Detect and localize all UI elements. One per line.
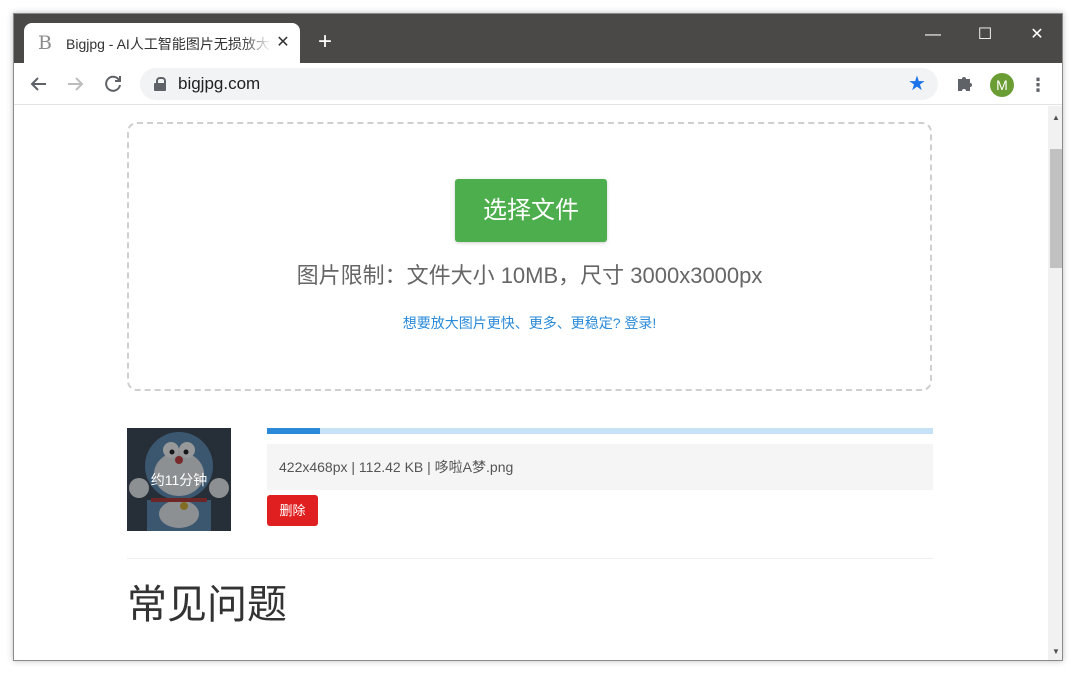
- section-divider: [127, 558, 933, 559]
- window-close-icon[interactable]: ✕: [1014, 20, 1060, 50]
- select-file-button[interactable]: 选择文件: [455, 179, 607, 242]
- lock-icon: [154, 77, 166, 91]
- minimize-icon[interactable]: —: [910, 20, 956, 50]
- scroll-up-icon[interactable]: ▲: [1048, 110, 1062, 126]
- address-bar[interactable]: bigjpg.com ★: [140, 68, 938, 100]
- faq-heading: 常见问题: [127, 583, 287, 627]
- image-limit-text: 图片限制：文件大小 10MB，尺寸 3000x3000px: [296, 263, 763, 288]
- url-text[interactable]: bigjpg.com: [178, 74, 260, 94]
- back-arrow-icon[interactable]: [24, 69, 54, 99]
- maximize-icon[interactable]: ☐: [962, 20, 1008, 50]
- estimated-time-label: 约11分钟: [150, 472, 208, 488]
- progress-bar: [267, 428, 933, 434]
- browser-tab[interactable]: B Bigjpg - AI人工智能图片无损放大 ✕: [24, 23, 300, 63]
- page-scrollbar[interactable]: ▲ ▼: [1048, 106, 1062, 660]
- profile-avatar[interactable]: M: [990, 73, 1014, 97]
- browser-window: B Bigjpg - AI人工智能图片无损放大 ✕ + — ☐ ✕ bigjpg…: [13, 13, 1063, 661]
- bigjpg-favicon-icon: B: [38, 32, 52, 54]
- file-info-text: 422x468px | 112.42 KB | 哆啦A梦.png: [267, 444, 933, 490]
- menu-dots-icon[interactable]: ⋮: [1028, 73, 1048, 97]
- forward-arrow-icon[interactable]: [60, 69, 90, 99]
- delete-button[interactable]: 删除: [267, 495, 318, 526]
- page-viewport: 选择文件 图片限制：文件大小 10MB，尺寸 3000x3000px 想要放大图…: [14, 106, 1048, 660]
- star-icon[interactable]: ★: [908, 72, 926, 96]
- progress-fill: [267, 428, 321, 434]
- login-link[interactable]: 想要放大图片更快、更多、更稳定? 登录!: [129, 313, 930, 333]
- scroll-down-icon[interactable]: ▼: [1048, 644, 1062, 660]
- tab-title: Bigjpg - AI人工智能图片无损放大: [66, 36, 270, 52]
- reload-icon[interactable]: [98, 69, 128, 99]
- extensions-puzzle-icon[interactable]: [954, 73, 976, 95]
- title-bar: B Bigjpg - AI人工智能图片无损放大 ✕ + — ☐ ✕: [14, 14, 1062, 63]
- scroll-thumb[interactable]: [1050, 149, 1062, 268]
- new-tab-icon[interactable]: +: [314, 30, 336, 54]
- upload-dropzone[interactable]: 选择文件 图片限制：文件大小 10MB，尺寸 3000x3000px 想要放大图…: [127, 122, 932, 391]
- browser-toolbar: bigjpg.com ★ M ⋮: [14, 63, 1062, 105]
- tab-close-icon[interactable]: ✕: [274, 34, 292, 52]
- image-thumbnail: 约11分钟: [127, 428, 231, 531]
